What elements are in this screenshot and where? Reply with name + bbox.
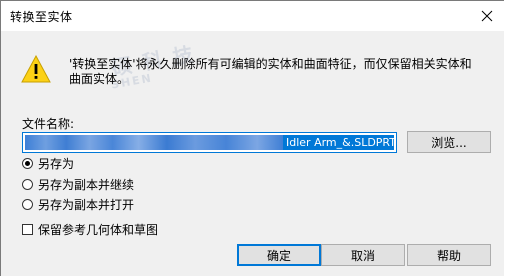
warning-icon (21, 55, 51, 83)
close-icon (481, 10, 493, 22)
radio-label: 另存为副本并继续 (38, 177, 135, 192)
checkbox-indicator (22, 223, 33, 235)
radio-save-as[interactable]: 另存为 (22, 155, 74, 171)
filename-label: 文件名称: (22, 117, 75, 131)
radio-save-copy-open[interactable]: 另存为副本并打开 (22, 196, 134, 212)
keep-reference-checkbox[interactable]: 保留参考几何体和草图 (22, 221, 158, 237)
dialog-body: 硕 科 技 SHEN '转换至实体'将永久删除所有可编辑的实体和曲面特征，而仅保… (1, 31, 504, 276)
radio-save-copy-continue[interactable]: 另存为副本并继续 (22, 176, 134, 192)
browse-button[interactable]: 浏览... (407, 131, 491, 153)
help-button[interactable]: 帮助 (407, 244, 491, 266)
convert-to-solid-dialog: 转换至实体 硕 科 技 SHEN '转换至实体'将永久删除所有可编辑的实体和曲面… (0, 0, 504, 276)
redacted-path (25, 135, 283, 150)
filename-input[interactable]: Idler Arm_&.SLDPRT (22, 132, 397, 153)
warning-message: '转换至实体'将永久删除所有可编辑的实体和曲面特征，而仅保留相关实体和曲面实体。 (69, 57, 472, 86)
dialog-title: 转换至实体 (10, 10, 73, 24)
filename-selection: Idler Arm_&.SLDPRT (25, 135, 394, 150)
checkbox-label: 保留参考几何体和草图 (38, 222, 159, 237)
title-bar: 转换至实体 (1, 0, 504, 31)
filename-value: Idler Arm_&.SLDPRT (286, 136, 394, 149)
radio-label: 另存为副本并打开 (38, 197, 135, 212)
radio-label: 另存为 (38, 156, 75, 171)
close-button[interactable] (476, 6, 498, 26)
cancel-button[interactable]: 取消 (321, 244, 405, 266)
radio-indicator-checked (22, 157, 33, 169)
radio-indicator (22, 198, 33, 210)
ok-button[interactable]: 确定 (237, 244, 321, 266)
radio-indicator (22, 178, 33, 190)
